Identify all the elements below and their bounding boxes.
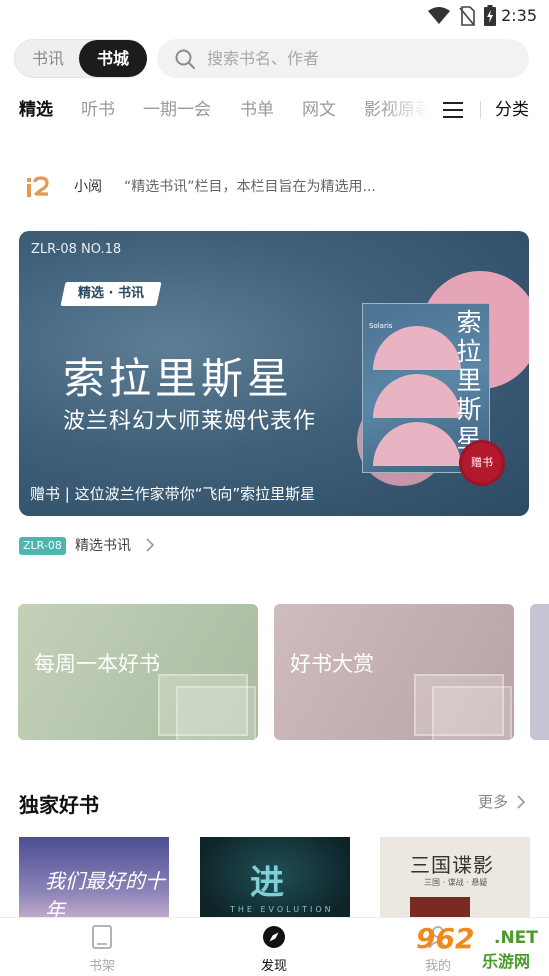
book-cover-label: Solaris: [369, 322, 393, 330]
chevron-right-icon[interactable]: [516, 795, 526, 809]
cover-arc: [373, 326, 461, 370]
section-title: 独家好书: [19, 793, 99, 817]
tab-web-novel[interactable]: 网文: [302, 92, 336, 128]
book-cover[interactable]: 三国谍影 三国 · 谍战 · 悬疑: [380, 837, 530, 927]
next-card-peek[interactable]: [530, 604, 549, 740]
site-watermark: 962 .NET 乐游网: [410, 922, 545, 972]
i2-logo-icon: [27, 176, 49, 197]
watermark-number: 962: [416, 922, 475, 955]
banner-subtitle: 波兰科幻大师莱姆代表作: [63, 409, 317, 434]
tab-store[interactable]: 书城: [79, 40, 147, 77]
banner-title: 索拉里斯星: [63, 354, 294, 403]
compass-icon: [263, 926, 285, 948]
banner-code: ZLR-08 NO.18: [31, 242, 122, 257]
article-author[interactable]: 小阅: [74, 177, 102, 197]
channel-tabs: 精选 听书 一期一会 书单 网文 影视原著 分类: [0, 92, 549, 128]
banner-caption: 赠书 | 这位波兰作家带你“飞向”索拉里斯星: [30, 485, 316, 503]
card-decor: [176, 686, 256, 740]
book-cover-title: 三国谍影: [410, 853, 494, 877]
search-icon: [175, 49, 195, 69]
tab-featured[interactable]: 精选: [19, 92, 53, 128]
tab-fade: [380, 92, 436, 128]
search-placeholder: 搜索书名、作者: [207, 49, 320, 68]
gift-seal: 赠书: [462, 443, 502, 483]
column-badge: ZLR-08: [19, 537, 66, 555]
nav-label: 书架: [88, 959, 115, 974]
book-cover-subtitle: THE EVOLUTION: [230, 905, 334, 914]
no-sim-icon: [459, 6, 475, 26]
search-bar[interactable]: 搜索书名、作者: [157, 39, 529, 78]
nav-bookshelf[interactable]: 书架: [62, 918, 142, 976]
menu-icon[interactable]: [442, 100, 464, 120]
chevron-right-icon[interactable]: [145, 538, 155, 552]
tab-once-a-meeting[interactable]: 一期一会: [143, 92, 211, 128]
card-label: 每周一本好书: [34, 652, 160, 676]
cover-arc: [373, 374, 461, 418]
watermark-site: 乐游网: [482, 952, 531, 971]
book-cover-subtitle: 三国 · 谍战 · 悬疑: [424, 878, 488, 887]
nav-discover[interactable]: 发现: [234, 918, 314, 976]
battery-icon: [484, 5, 496, 26]
tab-divider: [480, 101, 481, 119]
good-books-award-card[interactable]: 好书大赏: [274, 604, 514, 740]
wifi-icon: [428, 7, 450, 24]
banner-tag-text: 精选 · 书讯: [78, 286, 144, 301]
bookshelf-icon: [92, 925, 112, 949]
book-cover-title: 我们最好的十年: [45, 869, 165, 922]
book-cover-title: 进: [250, 863, 284, 903]
article-description[interactable]: “精选书讯”栏目，本栏目旨在为精选用...: [124, 177, 390, 197]
watermark-net: .NET: [494, 928, 538, 948]
column-link[interactable]: 精选书讯: [75, 535, 131, 557]
tab-audiobook[interactable]: 听书: [81, 92, 115, 128]
featured-banner[interactable]: ZLR-08 NO.18 精选 · 书讯 索拉里斯星 波兰科幻大师莱姆代表作 S…: [19, 231, 529, 516]
book-cover[interactable]: 进 THE EVOLUTION: [200, 837, 350, 927]
category-button[interactable]: 分类: [495, 92, 529, 128]
cover-arc: [373, 422, 461, 466]
book-cover-title: 索拉里斯星: [456, 308, 482, 453]
nav-label: 发现: [260, 959, 287, 974]
clock: 2:35: [501, 6, 537, 25]
book-cover[interactable]: 我们最好的十年: [19, 837, 169, 927]
news-store-switch: 书讯 书城: [14, 39, 147, 78]
banner-tag: 精选 · 书讯: [60, 282, 162, 306]
tab-news[interactable]: 书讯: [15, 40, 81, 77]
more-link[interactable]: 更多: [478, 791, 508, 812]
tab-booklist[interactable]: 书单: [240, 92, 274, 128]
weekly-book-card[interactable]: 每周一本好书: [18, 604, 258, 740]
status-bar: 2:35: [0, 0, 549, 32]
card-label: 好书大赏: [290, 652, 374, 676]
card-decor: [432, 686, 512, 740]
